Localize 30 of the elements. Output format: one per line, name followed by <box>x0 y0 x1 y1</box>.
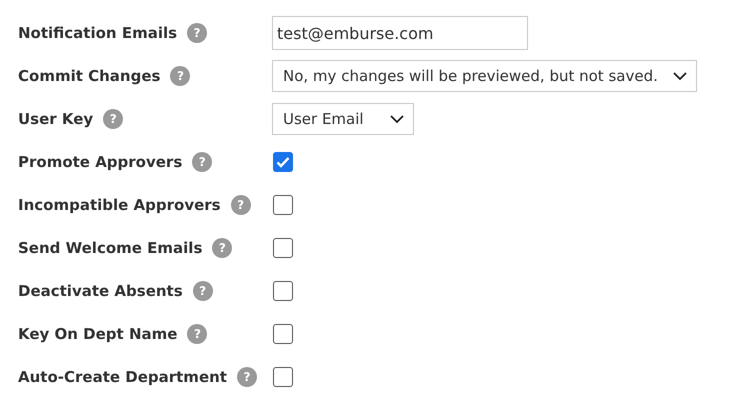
help-icon[interactable]: ? <box>212 238 232 258</box>
dropdown[interactable]: User Email <box>272 103 414 135</box>
setting-label: Key On Dept Name <box>18 325 178 343</box>
help-icon[interactable]: ? <box>236 367 257 387</box>
checkbox[interactable] <box>273 324 293 344</box>
setting-label: Auto-Create Department <box>18 368 227 386</box>
checkbox[interactable] <box>273 281 293 301</box>
email-field[interactable]: test@emburse.com <box>272 16 528 50</box>
setting-label: User Key <box>18 110 94 128</box>
help-icon[interactable]: ? <box>170 66 190 86</box>
setting-label: Commit Changes <box>18 67 160 85</box>
setting-label: Send Welcome Emails <box>18 239 202 257</box>
help-icon[interactable]: ? <box>230 195 251 215</box>
dropdown[interactable]: No, my changes will be previewed, but not saved. <box>272 60 697 92</box>
checkbox[interactable] <box>273 152 293 172</box>
checkbox[interactable] <box>273 195 293 215</box>
check-icon <box>276 156 290 168</box>
help-icon[interactable]: ? <box>187 23 208 43</box>
checkbox[interactable] <box>273 367 293 387</box>
setting-label: Incompatible Approvers <box>18 196 221 214</box>
setting-label: Promote Approvers <box>18 153 182 171</box>
setting-label: Notification Emails <box>18 24 178 42</box>
help-icon[interactable]: ? <box>187 324 208 344</box>
chevron-down-icon <box>672 71 688 81</box>
help-icon[interactable]: ? <box>192 152 212 172</box>
help-icon[interactable]: ? <box>103 109 124 129</box>
help-icon[interactable]: ? <box>192 281 213 301</box>
checkbox[interactable] <box>273 238 293 258</box>
chevron-down-icon <box>389 114 405 124</box>
setting-label: Deactivate Absents <box>18 282 183 300</box>
